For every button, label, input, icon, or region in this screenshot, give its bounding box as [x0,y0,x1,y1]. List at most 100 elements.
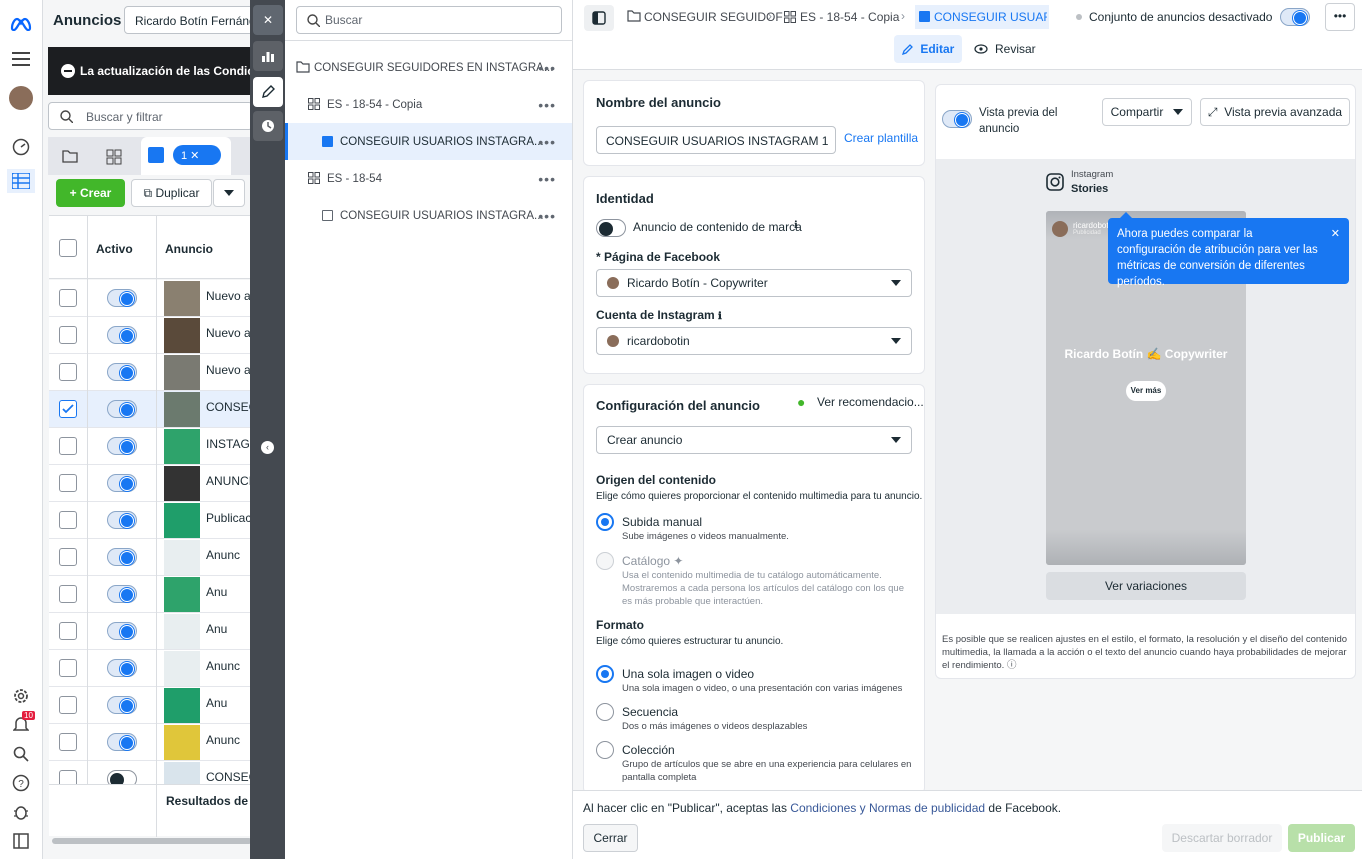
ad-name[interactable]: Nuevo ar [206,363,255,377]
breadcrumb-campaign[interactable]: CONSEGUIR SEGUIDOF [644,10,783,24]
table-row[interactable]: CONSEG [49,391,259,428]
more-icon[interactable]: ••• [538,60,556,76]
col-active[interactable]: Activo [96,242,133,256]
select-all-checkbox[interactable] [59,239,77,257]
selected-pill[interactable]: 1 ✕ [173,145,221,165]
ad-name[interactable]: Nuevo ar [206,326,255,340]
collapse-icon[interactable]: ‹ [261,441,274,454]
table-row[interactable]: Publicac [49,502,259,539]
breadcrumb-ad[interactable]: CONSEGUIR USUARIOS [915,5,1049,29]
close-icon[interactable]: ✕ [253,5,283,35]
row-active-toggle[interactable] [107,696,137,714]
manual-upload-radio[interactable] [596,513,614,531]
bug-icon[interactable] [9,800,33,824]
breadcrumb-adset[interactable]: ES - 18-54 - Copia [800,10,899,24]
close-icon[interactable]: ✕ [1331,226,1340,242]
table-row[interactable]: Anu [49,613,259,650]
row-active-toggle[interactable] [107,622,137,640]
recommendations-link[interactable]: Ver recomendacio... [817,395,924,409]
tree-search[interactable]: Buscar [296,6,562,34]
row-active-toggle[interactable] [107,659,137,677]
collection-radio[interactable] [596,741,614,759]
view-variations-button[interactable]: Ver variaciones [1046,572,1246,600]
more-icon[interactable]: ••• [1325,3,1355,31]
ad-name[interactable]: Anu [206,585,227,599]
table-row[interactable]: Anunc [49,724,259,761]
row-checkbox[interactable] [59,363,77,381]
more-icon[interactable]: ••• [538,171,556,187]
row-active-toggle[interactable] [107,326,137,344]
row-checkbox[interactable] [59,437,77,455]
row-checkbox[interactable] [59,548,77,566]
single-image-radio[interactable] [596,665,614,683]
table-row[interactable]: Nuevo ar [49,317,259,354]
ad-name[interactable]: Anu [206,696,227,710]
row-active-toggle[interactable] [107,548,137,566]
search-icon[interactable] [9,742,33,766]
row-checkbox[interactable] [59,326,77,344]
ig-account-select[interactable]: ricardobotin [596,327,912,355]
table-row[interactable]: Nuevo ar [49,280,259,317]
publish-button[interactable]: Publicar [1288,824,1355,852]
ad-name[interactable]: Anu [206,622,227,636]
ad-name[interactable]: Anunc [206,548,240,562]
table-row[interactable]: INSTAGR [49,428,259,465]
table-row[interactable]: Anunc [49,650,259,687]
terms-link[interactable]: Condiciones y Normas de publicidad [790,801,985,815]
table-row[interactable]: Anunc [49,539,259,576]
tree-item-ad[interactable]: CONSEGUIR USUARIOS INSTAGRA... ••• [285,197,572,234]
row-checkbox[interactable] [59,659,77,677]
tree-item-adset-copy[interactable]: ES - 18-54 - Copia ••• [285,86,572,123]
duplicate-button[interactable]: ⧉ Duplicar [131,179,212,207]
catalog-radio[interactable] [596,552,614,570]
row-checkbox[interactable] [59,696,77,714]
table-row[interactable]: Nuevo ar [49,354,259,391]
ads-manager-icon[interactable] [7,169,35,193]
ad-name[interactable]: Publicac [206,511,251,525]
share-button[interactable]: Compartir [1102,98,1192,126]
row-checkbox[interactable] [59,622,77,640]
row-active-toggle[interactable] [107,585,137,603]
more-icon[interactable]: ••• [538,134,556,150]
account-selector[interactable]: Ricardo Botín Fernánde [124,6,264,34]
row-checkbox[interactable] [59,733,77,751]
info-icon[interactable]: ℹ [794,220,798,231]
row-active-toggle[interactable] [107,733,137,751]
create-template-link[interactable]: Crear plantilla [844,131,918,145]
ad-name-input[interactable]: CONSEGUIR USUARIOS INSTAGRAM 1 [596,126,836,154]
tree-item-adset[interactable]: ES - 18-54 ••• [285,160,572,197]
tree-item-ad-selected[interactable]: CONSEGUIR USUARIOS INSTAGRA... ••• [285,123,572,160]
row-active-toggle[interactable] [107,363,137,381]
folder-icon[interactable] [62,149,78,166]
preview-toggle[interactable] [942,110,972,128]
discard-draft-button[interactable]: Descartar borrador [1162,824,1282,852]
row-active-toggle[interactable] [107,474,137,492]
panel-icon[interactable] [9,829,33,853]
more-icon[interactable]: ••• [538,208,556,224]
ad-name[interactable]: Anunc [206,733,240,747]
carousel-radio[interactable] [596,703,614,721]
advanced-preview-button[interactable]: ⤢ Vista previa avanzada [1200,98,1350,126]
meta-logo-icon[interactable] [9,12,33,36]
menu-icon[interactable] [9,47,33,71]
help-icon[interactable]: ? [9,771,33,795]
more-icon[interactable]: ••• [538,97,556,113]
duplicate-dropdown[interactable] [213,179,245,207]
row-active-toggle[interactable] [107,511,137,529]
create-ad-select[interactable]: Crear anuncio [596,426,912,454]
tab-ads[interactable]: 1 ✕ [141,137,231,175]
tree-item-campaign[interactable]: CONSEGUIR SEGUIDORES EN INSTAGRA... ••• [285,49,572,86]
ad-name[interactable]: Nuevo ar [206,289,255,303]
avatar[interactable] [9,86,33,110]
bell-icon[interactable]: 10 [9,711,35,737]
dashboard-icon[interactable] [9,135,33,159]
row-active-toggle[interactable] [107,400,137,418]
adsets-icon[interactable] [106,149,122,168]
edit-icon[interactable] [253,77,283,107]
row-active-toggle[interactable] [107,437,137,455]
table-row[interactable]: ANUNCIO [49,465,261,502]
row-checkbox[interactable] [59,474,77,492]
chart-icon[interactable] [253,41,283,71]
table-row[interactable]: Anu [49,687,259,724]
col-ad[interactable]: Anuncio [165,242,213,256]
